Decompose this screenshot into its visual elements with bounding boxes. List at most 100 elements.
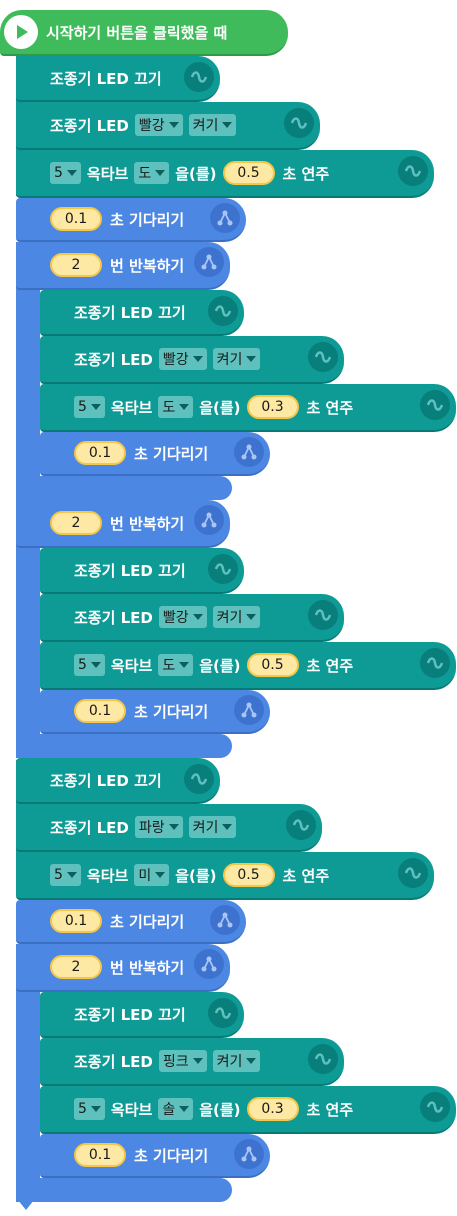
block-text: 조종기 LED 끄기 (74, 303, 186, 322)
state-dropdown[interactable]: 켜기 (212, 348, 261, 370)
led-off-block[interactable]: 조종기 LED 끄기 (16, 56, 220, 102)
repeat-block[interactable]: 2 번 반복하기 (16, 242, 230, 290)
play-note-block[interactable]: 5 옥타브 도 을(를) 0.5 초 연주 (16, 150, 434, 198)
repeat-label: 번 반복하기 (110, 514, 185, 533)
repeat-clamp-bottom (16, 1178, 232, 1202)
repeat-block[interactable]: 2 번 반복하기 (16, 500, 230, 548)
color-dropdown[interactable]: 핑크 (158, 1050, 207, 1072)
led-off-block[interactable]: 조종기 LED 끄기 (40, 548, 244, 594)
octave-label: 옥타브 (110, 656, 153, 675)
led-off-block[interactable]: 조종기 LED 끄기 (16, 758, 220, 804)
repeat-block[interactable]: 2 번 반복하기 (16, 944, 230, 992)
chevron-down-icon (179, 404, 190, 410)
wait-block[interactable]: 0.1 초 기다리기 (40, 1134, 270, 1178)
link-loop-icon (420, 648, 450, 678)
link-loop-icon (208, 554, 238, 584)
duration-input[interactable]: 0.5 (222, 161, 275, 185)
branch-icon (194, 949, 224, 979)
octave-dropdown[interactable]: 5 (50, 864, 81, 886)
play-note-block[interactable]: 5 옥타브 미 을(를) 0.5 초 연주 (16, 852, 434, 900)
branch-icon (234, 1139, 264, 1169)
start-block[interactable]: 시작하기 버튼을 클릭했을 때 (0, 10, 288, 56)
led-color-block[interactable]: 조종기 LED 핑크 켜기 (40, 1038, 344, 1086)
led-color-block[interactable]: 조종기 LED 빨강 켜기 (16, 102, 320, 150)
seconds-input[interactable]: 0.1 (74, 1143, 126, 1167)
link-loop-icon (286, 810, 316, 840)
wait-label: 초 기다리기 (110, 912, 185, 931)
note-dropdown[interactable]: 도 (158, 396, 194, 418)
octave-dropdown[interactable]: 5 (74, 1098, 105, 1120)
chevron-down-icon (179, 1106, 190, 1112)
play-suffix: 초 연주 (306, 656, 354, 675)
link-loop-icon (184, 764, 214, 794)
chevron-down-icon (90, 404, 101, 410)
duration-input[interactable]: 0.5 (246, 653, 299, 677)
led-off-block[interactable]: 조종기 LED 끄기 (40, 290, 244, 336)
chevron-down-icon (168, 824, 179, 830)
seconds-input[interactable]: 0.1 (74, 699, 126, 723)
block-text: 조종기 LED (74, 1052, 153, 1071)
block-text: 조종기 LED (74, 608, 153, 627)
state-dropdown[interactable]: 켜기 (212, 606, 261, 628)
chevron-down-icon (66, 872, 77, 878)
wait-block[interactable]: 0.1 초 기다리기 (16, 900, 246, 944)
play-icon (4, 15, 38, 49)
stack-end-notch (18, 1200, 34, 1210)
octave-dropdown[interactable]: 5 (50, 162, 81, 184)
repeat-clamp-bottom (16, 734, 232, 758)
chevron-down-icon (192, 614, 203, 620)
wait-block[interactable]: 0.1 초 기다리기 (16, 198, 246, 242)
note-dropdown[interactable]: 솔 (158, 1098, 194, 1120)
led-color-block[interactable]: 조종기 LED 빨강 켜기 (40, 594, 344, 642)
wait-label: 초 기다리기 (134, 702, 209, 721)
chevron-down-icon (192, 356, 203, 362)
led-color-block[interactable]: 조종기 LED 파랑 켜기 (16, 804, 322, 852)
duration-input[interactable]: 0.5 (222, 863, 275, 887)
block-text: 조종기 LED (74, 350, 153, 369)
note-dropdown[interactable]: 도 (134, 162, 170, 184)
color-dropdown[interactable]: 파랑 (134, 816, 183, 838)
play-suffix: 초 연주 (306, 1100, 354, 1119)
wait-block[interactable]: 0.1 초 기다리기 (40, 690, 270, 734)
play-note-block[interactable]: 5 옥타브 도 을(를) 0.5 초 연주 (40, 642, 456, 690)
led-color-block[interactable]: 조종기 LED 빨강 켜기 (40, 336, 344, 384)
color-dropdown[interactable]: 빨강 (134, 114, 183, 136)
led-off-block[interactable]: 조종기 LED 끄기 (40, 992, 244, 1038)
branch-icon (210, 905, 240, 935)
repeat-clamp-bottom (16, 476, 232, 500)
seconds-input[interactable]: 0.1 (74, 441, 126, 465)
state-dropdown[interactable]: 켜기 (188, 114, 237, 136)
play-note-block[interactable]: 5 옥타브 솔 을(를) 0.3 초 연주 (40, 1086, 456, 1134)
link-loop-icon (308, 342, 338, 372)
chevron-down-icon (246, 356, 257, 362)
repeat-count-input[interactable]: 2 (50, 253, 102, 277)
state-dropdown[interactable]: 켜기 (188, 816, 237, 838)
octave-label: 옥타브 (110, 1100, 153, 1119)
play-note-block[interactable]: 5 옥타브 도 을(를) 0.3 초 연주 (40, 384, 456, 432)
octave-dropdown[interactable]: 5 (74, 396, 105, 418)
note-suffix: 을(를) (175, 164, 217, 183)
seconds-input[interactable]: 0.1 (50, 207, 102, 231)
chevron-down-icon (155, 872, 166, 878)
seconds-input[interactable]: 0.1 (50, 909, 102, 933)
play-suffix: 초 연주 (282, 866, 330, 885)
repeat-count-input[interactable]: 2 (50, 511, 102, 535)
note-dropdown[interactable]: 도 (158, 654, 194, 676)
color-dropdown[interactable]: 빨강 (158, 606, 207, 628)
note-dropdown[interactable]: 미 (134, 864, 170, 886)
block-text: 조종기 LED (50, 116, 129, 135)
link-loop-icon (208, 296, 238, 326)
repeat-count-input[interactable]: 2 (50, 955, 102, 979)
octave-dropdown[interactable]: 5 (74, 654, 105, 676)
link-loop-icon (420, 1092, 450, 1122)
repeat-label: 번 반복하기 (110, 958, 185, 977)
chevron-down-icon (90, 662, 101, 668)
state-dropdown[interactable]: 켜기 (212, 1050, 261, 1072)
duration-input[interactable]: 0.3 (246, 395, 299, 419)
wait-block[interactable]: 0.1 초 기다리기 (40, 432, 270, 476)
chevron-down-icon (222, 824, 233, 830)
branch-icon (210, 203, 240, 233)
color-dropdown[interactable]: 빨강 (158, 348, 207, 370)
duration-input[interactable]: 0.3 (246, 1097, 299, 1121)
note-suffix: 을(를) (199, 398, 241, 417)
